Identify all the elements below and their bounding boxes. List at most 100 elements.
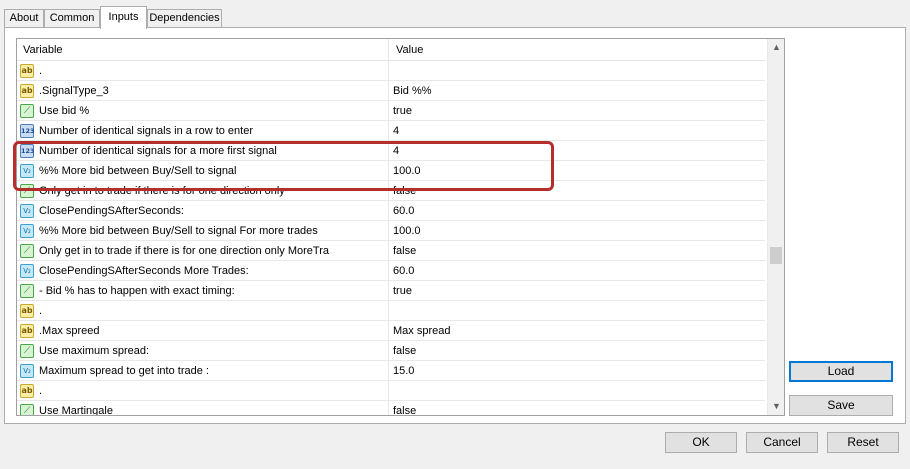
string-type-icon: ab [20,64,34,78]
vertical-scrollbar[interactable]: ▲ ▼ [767,39,784,415]
value-cell[interactable]: Bid %% [390,81,765,101]
variable-name: . [39,385,43,397]
double-type-icon: V₂ [20,224,34,238]
string-type-icon: ab [20,84,34,98]
scrollbar-thumb[interactable] [770,247,782,264]
variable-name: Use bid % [39,105,90,117]
variable-cell[interactable]: ⟋ Use Martingale [17,401,389,415]
table-row[interactable]: ⟋ Use maximum spread: false [17,341,765,361]
variable-name: %% More bid between Buy/Sell to signal F… [39,225,318,237]
value-cell[interactable]: 4 [390,141,765,161]
value-cell[interactable]: 60.0 [390,261,765,281]
value-cell[interactable]: false [390,181,765,201]
grid-rows: ab. ab .SignalType_3 Bid %% ⟋ Use bid % true 12… [17,61,765,415]
string-type-icon: ab [20,304,34,318]
table-row[interactable]: ab .Max spreed Max spread [17,321,765,341]
variable-cell[interactable]: ab .SignalType_3 [17,81,389,101]
variable-name: .SignalType_3 [39,85,109,97]
boolean-type-icon: ⟋ [20,344,34,358]
value-cell[interactable]: false [390,241,765,261]
variable-cell[interactable]: ⟋ Only get in to trade if there is for on… [17,181,389,201]
variable-cell[interactable]: ⟋ Use bid % [17,101,389,121]
variable-cell[interactable]: ab. [17,381,389,401]
ok-button[interactable]: OK [665,432,737,453]
variable-name: - Bid % has to happen with exact timing: [39,285,235,297]
value-cell[interactable]: 100.0 [390,161,765,181]
value-cell[interactable] [390,381,765,401]
variable-cell[interactable]: ab. [17,61,389,81]
cancel-button[interactable]: Cancel [746,432,818,453]
boolean-type-icon: ⟋ [20,404,34,415]
variable-name: Only get in to trade if there is for one… [39,185,285,197]
variable-cell[interactable]: ⟋ - Bid % has to happen with exact timing… [17,281,389,301]
variable-name: . [39,305,43,317]
value-cell[interactable]: true [390,281,765,301]
variable-cell[interactable]: V₂ %% More bid between Buy/Sell to signal… [17,221,389,241]
table-row[interactable]: ⟋ Use bid % true [17,101,765,121]
value-cell[interactable] [390,301,765,321]
value-cell[interactable]: 100.0 [390,221,765,241]
boolean-type-icon: ⟋ [20,104,34,118]
integer-type-icon: 123 [20,124,35,138]
string-type-icon: ab [20,324,34,338]
table-row[interactable]: ⟋ - Bid % has to happen with exact timing… [17,281,765,301]
variable-name: Number of identical signals for a more f… [39,145,277,157]
variable-cell[interactable]: ab. [17,301,389,321]
value-cell[interactable]: false [390,341,765,361]
table-row[interactable]: V₂ ClosePendingSAfterSeconds: 60.0 [17,201,765,221]
reset-button[interactable]: Reset [827,432,899,453]
boolean-type-icon: ⟋ [20,284,34,298]
value-cell[interactable]: false [390,401,765,415]
boolean-type-icon: ⟋ [20,244,34,258]
load-button[interactable]: Load [789,361,893,382]
variable-cell[interactable]: V₂ ClosePendingSAfterSeconds: [17,201,389,221]
table-row[interactable]: ab. [17,61,765,81]
table-row[interactable]: 123 Number of identical signals in a row … [17,121,765,141]
variable-name: %% More bid between Buy/Sell to signal [39,165,237,177]
value-cell[interactable]: true [390,101,765,121]
variable-cell[interactable]: ⟋ Only get in to trade if there is for on… [17,241,389,261]
variable-name: .Max spreed [39,325,100,337]
double-type-icon: V₂ [20,364,34,378]
scroll-down-icon[interactable]: ▼ [768,398,784,415]
table-row[interactable]: ⟋ Use Martingale false [17,401,765,415]
table-row[interactable]: V₂ Maximum spread to get into trade : 15.0 [17,361,765,381]
table-row[interactable]: ab. [17,301,765,321]
variable-cell[interactable]: V₂ ClosePendingSAfterSeconds More Trades: [17,261,389,281]
scroll-up-icon[interactable]: ▲ [768,39,784,56]
variable-name: ClosePendingSAfterSeconds: [39,205,184,217]
boolean-type-icon: ⟋ [20,184,34,198]
variable-name: Only get in to trade if there is for one… [39,245,330,257]
table-row[interactable]: V₂ %% More bid between Buy/Sell to signal… [17,221,765,241]
variable-cell[interactable]: 123 Number of identical signals for a mor… [17,141,389,161]
table-row[interactable]: V₂ ClosePendingSAfterSeconds More Trades:… [17,261,765,281]
grid-header: Variable Value [17,39,765,61]
table-row[interactable]: ab .SignalType_3 Bid %% [17,81,765,101]
tab-dependencies[interactable]: Dependencies [147,9,222,28]
variable-column-header[interactable]: Variable [17,39,389,61]
variable-cell[interactable]: ⟋ Use maximum spread: [17,341,389,361]
table-row[interactable]: ⟋ Only get in to trade if there is for on… [17,181,765,201]
inputs-grid: Variable Value ab. ab .SignalType_3 Bid %% ⟋… [16,38,785,416]
double-type-icon: V₂ [20,164,34,178]
value-cell[interactable]: 60.0 [390,201,765,221]
tab-about[interactable]: About [4,9,44,28]
variable-name: Maximum spread to get into trade : [39,365,209,377]
save-button[interactable]: Save [789,395,893,416]
table-row[interactable]: 123 Number of identical signals for a mor… [17,141,765,161]
value-cell[interactable]: Max spread [390,321,765,341]
variable-cell[interactable]: 123 Number of identical signals in a row … [17,121,389,141]
tab-inputs[interactable]: Inputs [100,6,147,29]
value-cell[interactable]: 15.0 [390,361,765,381]
variable-cell[interactable]: ab .Max spreed [17,321,389,341]
value-column-header[interactable]: Value [390,39,765,61]
value-cell[interactable]: 4 [390,121,765,141]
value-cell[interactable] [390,61,765,81]
table-row[interactable]: ab. [17,381,765,401]
variable-cell[interactable]: V₂ %% More bid between Buy/Sell to signal [17,161,389,181]
table-row[interactable]: ⟋ Only get in to trade if there is for on… [17,241,765,261]
table-row[interactable]: V₂ %% More bid between Buy/Sell to signal… [17,161,765,181]
variable-cell[interactable]: V₂ Maximum spread to get into trade : [17,361,389,381]
variable-name: ClosePendingSAfterSeconds More Trades: [39,265,249,277]
tab-common[interactable]: Common [44,9,100,28]
